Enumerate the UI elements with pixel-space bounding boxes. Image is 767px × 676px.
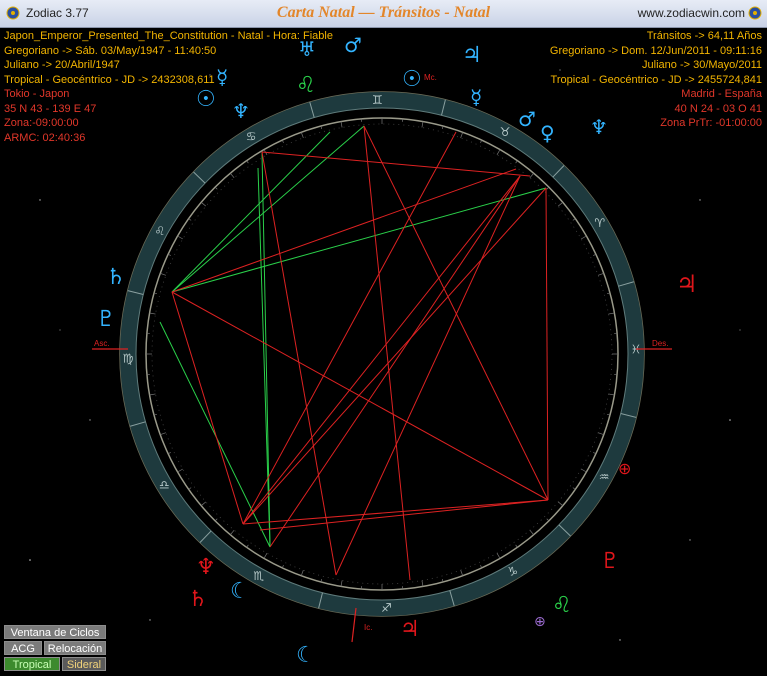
mercury-transit-icon[interactable]: ☿ bbox=[470, 85, 482, 109]
jupiter-natal-icon[interactable]: ♃ bbox=[462, 43, 482, 68]
neptune-transit-icon[interactable]: ♆ bbox=[590, 115, 608, 139]
cycles-window-button[interactable]: Ventana de Ciclos bbox=[4, 625, 106, 639]
pluto-natal-icon[interactable]: ♇ bbox=[96, 307, 116, 332]
scorpio-icon: ♏ bbox=[253, 569, 264, 583]
gemini-icon: ♊ bbox=[372, 93, 383, 107]
uranus-natal-icon[interactable]: ♅ bbox=[298, 37, 316, 61]
sun-natal-icon[interactable]: ☉ bbox=[196, 87, 216, 112]
aries-icon: ♈ bbox=[594, 216, 605, 230]
zodiac-ring bbox=[119, 91, 645, 617]
moon-transit-icon[interactable]: ☾ bbox=[296, 643, 316, 668]
virgo-icon: ♍ bbox=[123, 351, 134, 365]
sidereal-button[interactable]: Sideral bbox=[62, 657, 106, 671]
asc-label: Asc. bbox=[94, 339, 110, 348]
aquarius-icon: ♒ bbox=[599, 470, 610, 484]
jupiter-transit-icon[interactable]: ♃ bbox=[676, 270, 698, 298]
libra-icon: ♎ bbox=[159, 478, 170, 492]
leo-green-icon[interactable]: ♌ bbox=[552, 593, 572, 618]
mc-label: Mc. bbox=[424, 73, 437, 82]
des-label: Des. bbox=[652, 339, 668, 348]
leo-transit-icon[interactable]: ♌ bbox=[296, 73, 316, 98]
saturn-transit-icon[interactable]: ♄ bbox=[188, 587, 208, 612]
capricorn-icon: ♑ bbox=[507, 565, 518, 579]
neptune-transit-red-icon[interactable]: ♆ bbox=[196, 555, 216, 580]
venus-transit-icon[interactable]: ♀ bbox=[540, 121, 555, 145]
acg-button[interactable]: ACG bbox=[4, 641, 42, 655]
chart-wheel[interactable]: ♉♈♓♒♑♐♏♎♍♌♋♊ Asc. Des. Ic. Mc. ♅ ♂ ♃ ☿ ☉… bbox=[0, 0, 767, 676]
saturn-natal-icon[interactable]: ♄ bbox=[106, 265, 126, 290]
neptune-natal-icon[interactable]: ♆ bbox=[232, 99, 250, 123]
moon-natal-icon[interactable]: ☾ bbox=[230, 579, 250, 604]
earth-transit-icon[interactable]: ⊕ bbox=[618, 459, 631, 478]
relocation-button[interactable]: Relocación bbox=[44, 641, 106, 655]
pluto-transit-icon[interactable]: ♇ bbox=[600, 549, 620, 574]
sun-transit-icon[interactable]: ☉ bbox=[402, 67, 422, 92]
sagittarius-icon: ♐ bbox=[381, 601, 392, 615]
mars-transit-icon[interactable]: ♂ bbox=[518, 107, 536, 131]
mars-natal-icon[interactable]: ♂ bbox=[344, 33, 362, 57]
cancer-icon: ♋ bbox=[246, 129, 257, 143]
jupiter-transit-bottom-icon[interactable]: ♃ bbox=[400, 617, 420, 642]
tropical-button[interactable]: Tropical bbox=[4, 657, 60, 671]
part-of-fortune-icon[interactable]: ⊕ bbox=[534, 614, 546, 630]
ic-label: Ic. bbox=[364, 623, 372, 632]
taurus-icon: ♉ bbox=[500, 125, 511, 139]
leo-icon: ♌ bbox=[154, 224, 165, 238]
mercury-natal-icon[interactable]: ☿ bbox=[216, 65, 228, 89]
